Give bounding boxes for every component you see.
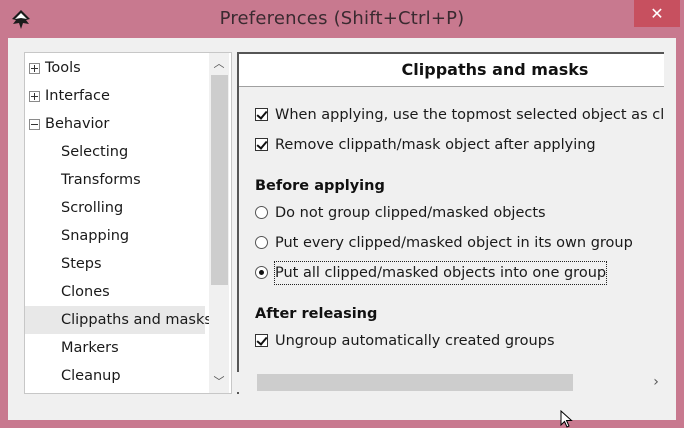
scroll-down-icon[interactable]: ﹀ [209, 373, 229, 391]
tree-item-snapping[interactable]: Snapping [25, 222, 205, 250]
checkbox-icon[interactable] [255, 108, 268, 121]
tree-item-label: Behavior [45, 116, 110, 132]
tree-item-clippaths-and-masks[interactable]: Clippaths and masks [25, 306, 212, 334]
tree-vertical-scrollbar[interactable]: ︿ ﹀ [209, 53, 229, 393]
mouse-cursor-icon [560, 410, 573, 428]
radio-icon[interactable] [255, 266, 268, 279]
ungroup-label: Ungroup automatically created groups [275, 333, 555, 349]
dialog-body: Tools Interface Behavior Selecting Transform… [8, 38, 676, 420]
tree-item-markers[interactable]: Markers [25, 334, 205, 362]
tree-item-clones[interactable]: Clones [25, 278, 205, 306]
tree-item-transforms[interactable]: Transforms [25, 166, 205, 194]
window-title: Preferences (Shift+Ctrl+P) [219, 8, 465, 29]
radio-icon[interactable] [255, 236, 268, 249]
expand-icon[interactable] [29, 63, 40, 74]
before-applying-option-label: Do not group clipped/masked objects [275, 205, 546, 221]
page-horizontal-scrollbar[interactable]: › [237, 372, 664, 392]
scroll-up-icon[interactable]: ︿ [209, 55, 229, 73]
before-applying-heading: Before applying [255, 178, 385, 194]
collapse-icon[interactable] [29, 119, 40, 130]
checkbox-icon[interactable] [255, 138, 268, 151]
preferences-tree[interactable]: Tools Interface Behavior Selecting Transform… [24, 52, 232, 394]
tree-item-label: Selecting [61, 144, 129, 160]
title-bar: Preferences (Shift+Ctrl+P) ✕ [0, 0, 684, 38]
tree-item-selecting[interactable]: Selecting [25, 138, 205, 166]
checkbox-icon[interactable] [255, 334, 268, 347]
tree-item-label: Clones [61, 284, 110, 300]
before-applying-option-label: Put all clipped/masked objects into one … [273, 261, 608, 285]
close-icon: ✕ [650, 4, 664, 23]
tree-item-scrolling[interactable]: Scrolling [25, 194, 205, 222]
scrollbar-thumb[interactable] [257, 374, 573, 391]
page-header: Clippaths and masks [239, 54, 664, 87]
tree-item-label: Interface [45, 88, 110, 104]
before-applying-option-label: Put every clipped/masked object in its o… [275, 235, 633, 251]
scroll-right-icon[interactable]: › [647, 372, 665, 392]
tree-item-label: Snapping [61, 228, 130, 244]
tree-item-interface[interactable]: Interface [25, 82, 205, 110]
remove-after-label: Remove clippath/mask object after applyi… [275, 137, 596, 153]
tree-item-label: Tools [45, 60, 81, 76]
close-button[interactable]: ✕ [634, 0, 680, 27]
tree-item-label: Markers [61, 340, 119, 356]
expand-icon[interactable] [29, 91, 40, 102]
tree-item-label: Transforms [61, 172, 141, 188]
tree-item-cleanup[interactable]: Cleanup [25, 362, 205, 390]
tree-item-label: Cleanup [61, 368, 121, 384]
scrollbar-thumb[interactable] [211, 75, 228, 285]
use-topmost-label: When applying, use the topmost selected … [275, 107, 664, 123]
tree-item-steps[interactable]: Steps [25, 250, 205, 278]
page-title: Clippaths and masks [401, 60, 589, 79]
tree-item-label: Clippaths and masks [61, 312, 212, 328]
after-releasing-heading: After releasing [255, 306, 378, 322]
tree-item-tools[interactable]: Tools [25, 54, 205, 82]
radio-icon[interactable] [255, 206, 268, 219]
tree-item-label: Steps [61, 256, 102, 272]
preferences-page: Clippaths and masks When applying, use t… [237, 52, 664, 394]
tree-item-behavior[interactable]: Behavior [25, 110, 205, 138]
tree-item-label: Scrolling [61, 200, 124, 216]
